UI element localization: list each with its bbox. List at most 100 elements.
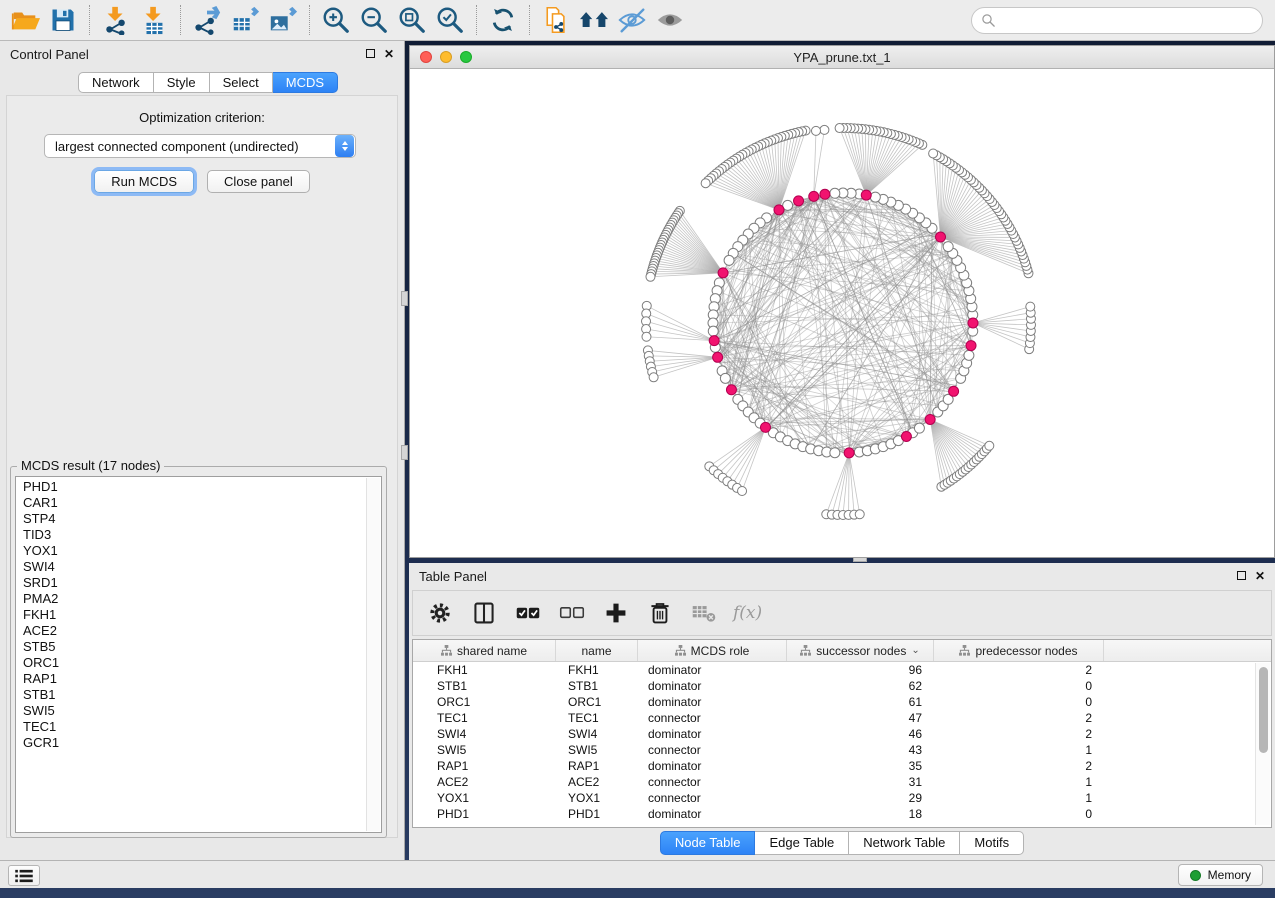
save-icon[interactable]	[44, 3, 82, 37]
result-node-item[interactable]: PHD1	[16, 479, 365, 495]
tab-mcds[interactable]: MCDS	[273, 72, 338, 93]
table-cell: 62	[787, 678, 934, 694]
result-node-item[interactable]: STB5	[16, 639, 365, 655]
export-network-icon[interactable]	[188, 3, 226, 37]
table-cell: connector	[638, 790, 787, 806]
tab-node-table[interactable]: Node Table	[660, 831, 756, 855]
column-header-predecessor-nodes[interactable]: predecessor nodes	[934, 640, 1104, 661]
memory-button[interactable]: Memory	[1178, 864, 1263, 886]
table-row[interactable]: RAP1RAP1dominator352	[413, 758, 1271, 774]
result-node-item[interactable]: ORC1	[16, 655, 365, 671]
result-node-item[interactable]: ACE2	[16, 623, 365, 639]
deselect-all-icon[interactable]	[557, 598, 587, 628]
split-columns-icon[interactable]	[469, 598, 499, 628]
result-node-item[interactable]: FKH1	[16, 607, 365, 623]
result-node-item[interactable]: STB1	[16, 687, 365, 703]
tab-edge-table[interactable]: Edge Table	[755, 831, 849, 855]
result-node-item[interactable]: YOX1	[16, 543, 365, 559]
column-type-icon	[800, 645, 811, 656]
float-panel-icon[interactable]	[366, 48, 375, 60]
mcds-result-title: MCDS result (17 nodes)	[17, 458, 164, 473]
table-row[interactable]: YOX1YOX1connector291	[413, 790, 1271, 806]
delete-column-icon[interactable]	[645, 598, 675, 628]
settings-gear-icon[interactable]	[425, 598, 455, 628]
result-node-item[interactable]: STP4	[16, 511, 365, 527]
column-header-MCDS-role[interactable]: MCDS role	[638, 640, 787, 661]
network-graph[interactable]	[410, 69, 1274, 557]
table-row[interactable]: SWI5SWI5connector431	[413, 742, 1271, 758]
table-toolbar: f(x)	[412, 590, 1272, 636]
result-node-item[interactable]: SRD1	[16, 575, 365, 591]
search-input[interactable]	[1002, 13, 1262, 28]
table-panel-title: Table Panel	[419, 569, 487, 584]
first-neighbors-icon[interactable]	[575, 3, 613, 37]
network-titlebar[interactable]: YPA_prune.txt_1	[410, 46, 1274, 69]
tab-style[interactable]: Style	[154, 72, 210, 93]
search-field[interactable]	[971, 7, 1263, 34]
export-table-icon[interactable]	[226, 3, 264, 37]
table-row[interactable]: STB1STB1dominator620	[413, 678, 1271, 694]
zoom-in-icon[interactable]	[317, 3, 355, 37]
result-node-item[interactable]: TID3	[16, 527, 365, 543]
close-panel-icon[interactable]: ✕	[384, 48, 394, 60]
table-cell: 43	[787, 742, 934, 758]
close-panel-icon[interactable]: ✕	[1255, 570, 1265, 582]
result-node-item[interactable]: PMA2	[16, 591, 365, 607]
close-panel-button[interactable]: Close panel	[207, 170, 310, 193]
import-table-icon[interactable]	[135, 3, 173, 37]
result-node-item[interactable]: RAP1	[16, 671, 365, 687]
tab-select[interactable]: Select	[210, 72, 273, 93]
run-mcds-button[interactable]: Run MCDS	[94, 170, 194, 193]
table-scrollbar-thumb[interactable]	[1259, 667, 1268, 753]
optimization-criterion-value: largest connected component (undirected)	[45, 139, 335, 154]
column-header-successor-nodes[interactable]: successor nodes⌄	[787, 640, 934, 661]
table-row[interactable]: PHD1PHD1dominator180	[413, 806, 1271, 822]
sort-arrow-icon[interactable]: ⌄	[911, 645, 919, 656]
vertical-splitter-handle[interactable]	[401, 445, 408, 460]
open-folder-icon[interactable]	[6, 3, 44, 37]
vertical-splitter-handle[interactable]	[401, 291, 408, 306]
function-builder-icon[interactable]: f(x)	[733, 603, 762, 623]
table-row[interactable]: FKH1FKH1dominator962	[413, 662, 1271, 678]
select-all-icon[interactable]	[513, 598, 543, 628]
column-label: MCDS role	[691, 644, 750, 658]
tab-network-table[interactable]: Network Table	[849, 831, 960, 855]
table-cell: TEC1	[556, 710, 638, 726]
table-cell: RAP1	[556, 758, 638, 774]
network-canvas[interactable]	[410, 69, 1274, 557]
zoom-selected-icon[interactable]	[431, 3, 469, 37]
result-node-item[interactable]: SWI4	[16, 559, 365, 575]
import-network-icon[interactable]	[97, 3, 135, 37]
export-image-icon[interactable]	[264, 3, 302, 37]
tab-motifs[interactable]: Motifs	[960, 831, 1024, 855]
table-cell: connector	[638, 774, 787, 790]
result-list-scrollbar[interactable]	[366, 478, 380, 831]
table-scrollbar[interactable]	[1255, 663, 1270, 825]
table-row[interactable]: SWI4SWI4dominator462	[413, 726, 1271, 742]
table-row[interactable]: TEC1TEC1connector472	[413, 710, 1271, 726]
float-panel-icon[interactable]	[1237, 570, 1246, 582]
delete-table-icon[interactable]	[689, 598, 719, 628]
column-header-name[interactable]: name	[556, 640, 638, 661]
add-column-icon[interactable]	[601, 598, 631, 628]
node-table: shared namename MCDS role successor nodes⌄…	[412, 639, 1272, 828]
zoom-fit-icon[interactable]	[393, 3, 431, 37]
tab-network[interactable]: Network	[78, 72, 154, 93]
result-node-item[interactable]: SWI5	[16, 703, 365, 719]
refresh-icon[interactable]	[484, 3, 522, 37]
column-header-shared-name[interactable]: shared name	[413, 640, 556, 661]
task-history-button[interactable]	[8, 865, 40, 886]
clone-network-icon[interactable]	[537, 3, 575, 37]
hide-selected-icon[interactable]	[613, 3, 651, 37]
mcds-result-list[interactable]: PHD1CAR1STP4TID3YOX1SWI4SRD1PMA2FKH1ACE2…	[15, 476, 382, 833]
table-row[interactable]: ACE2ACE2connector311	[413, 774, 1271, 790]
optimization-criterion-select[interactable]: largest connected component (undirected)	[44, 134, 356, 158]
show-all-icon[interactable]	[651, 3, 689, 37]
result-node-item[interactable]: GCR1	[16, 735, 365, 751]
table-cell: SWI5	[413, 742, 556, 758]
result-node-item[interactable]: TEC1	[16, 719, 365, 735]
table-row[interactable]: ORC1ORC1dominator610	[413, 694, 1271, 710]
result-node-item[interactable]: CAR1	[16, 495, 365, 511]
column-type-icon	[959, 645, 970, 656]
zoom-out-icon[interactable]	[355, 3, 393, 37]
